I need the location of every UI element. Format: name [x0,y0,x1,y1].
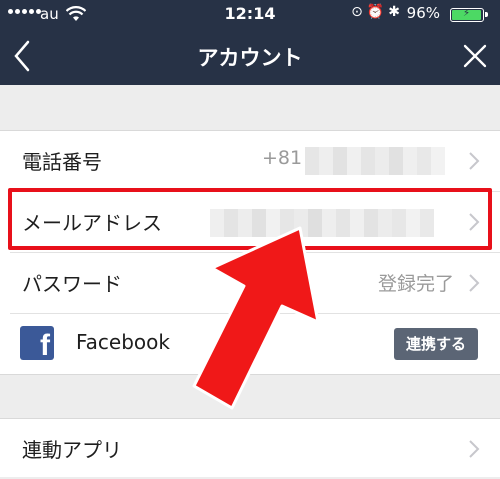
red-pointer-arrow [192,226,320,410]
